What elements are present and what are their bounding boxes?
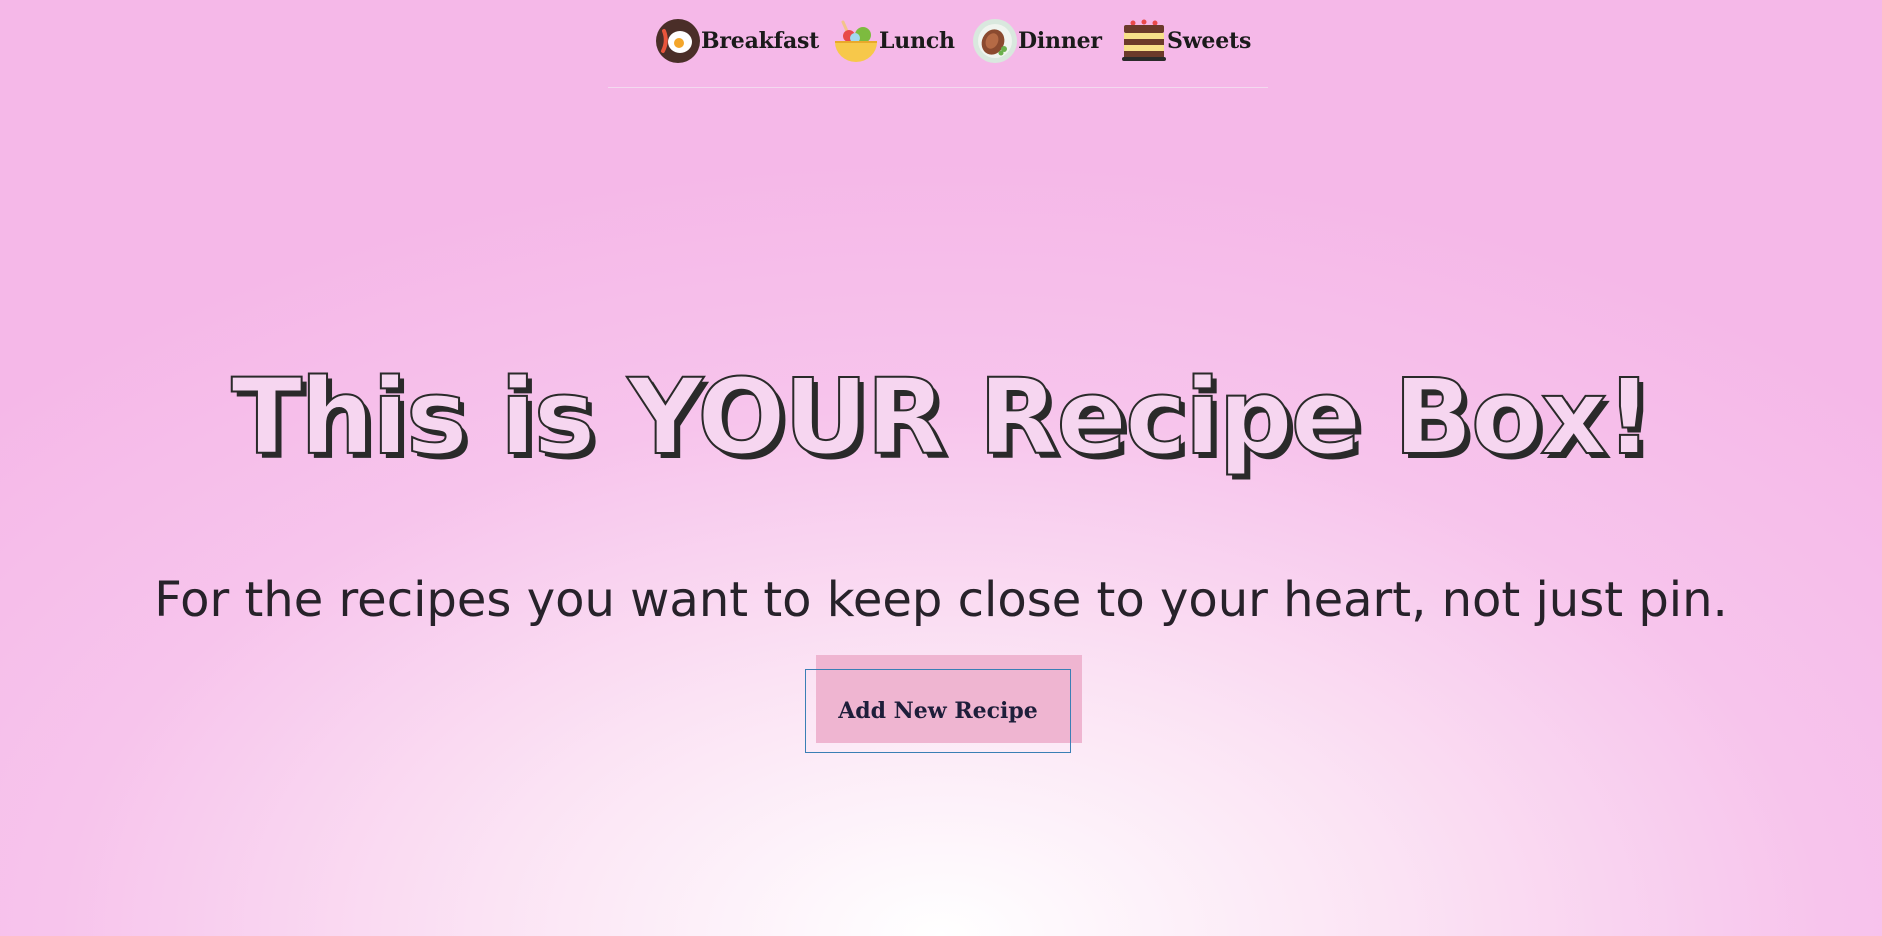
hero-subtitle: For the recipes you want to keep close t…: [154, 572, 1728, 628]
hero-title: This is YOUR Recipe Box!: [230, 355, 1654, 479]
salad-bowl-icon: [833, 18, 879, 64]
steak-plate-icon: [972, 18, 1018, 64]
nav-label-dinner: Dinner: [1018, 28, 1102, 54]
nav-item-dinner[interactable]: Dinner: [972, 18, 1102, 64]
nav-label-sweets: Sweets: [1167, 28, 1252, 54]
nav-label-breakfast: Breakfast: [701, 28, 820, 54]
nav-item-lunch[interactable]: Lunch: [833, 18, 955, 64]
layer-cake-icon: [1121, 18, 1167, 64]
nav-item-sweets[interactable]: Sweets: [1121, 18, 1251, 64]
add-new-recipe-button[interactable]: Add New Recipe: [805, 669, 1071, 753]
breakfast-plate-icon: [655, 18, 701, 64]
nav-label-lunch: Lunch: [879, 28, 955, 54]
top-nav: Breakfast Lunch Dinner Sweets: [608, 0, 1268, 88]
nav-item-breakfast[interactable]: Breakfast: [655, 18, 819, 64]
